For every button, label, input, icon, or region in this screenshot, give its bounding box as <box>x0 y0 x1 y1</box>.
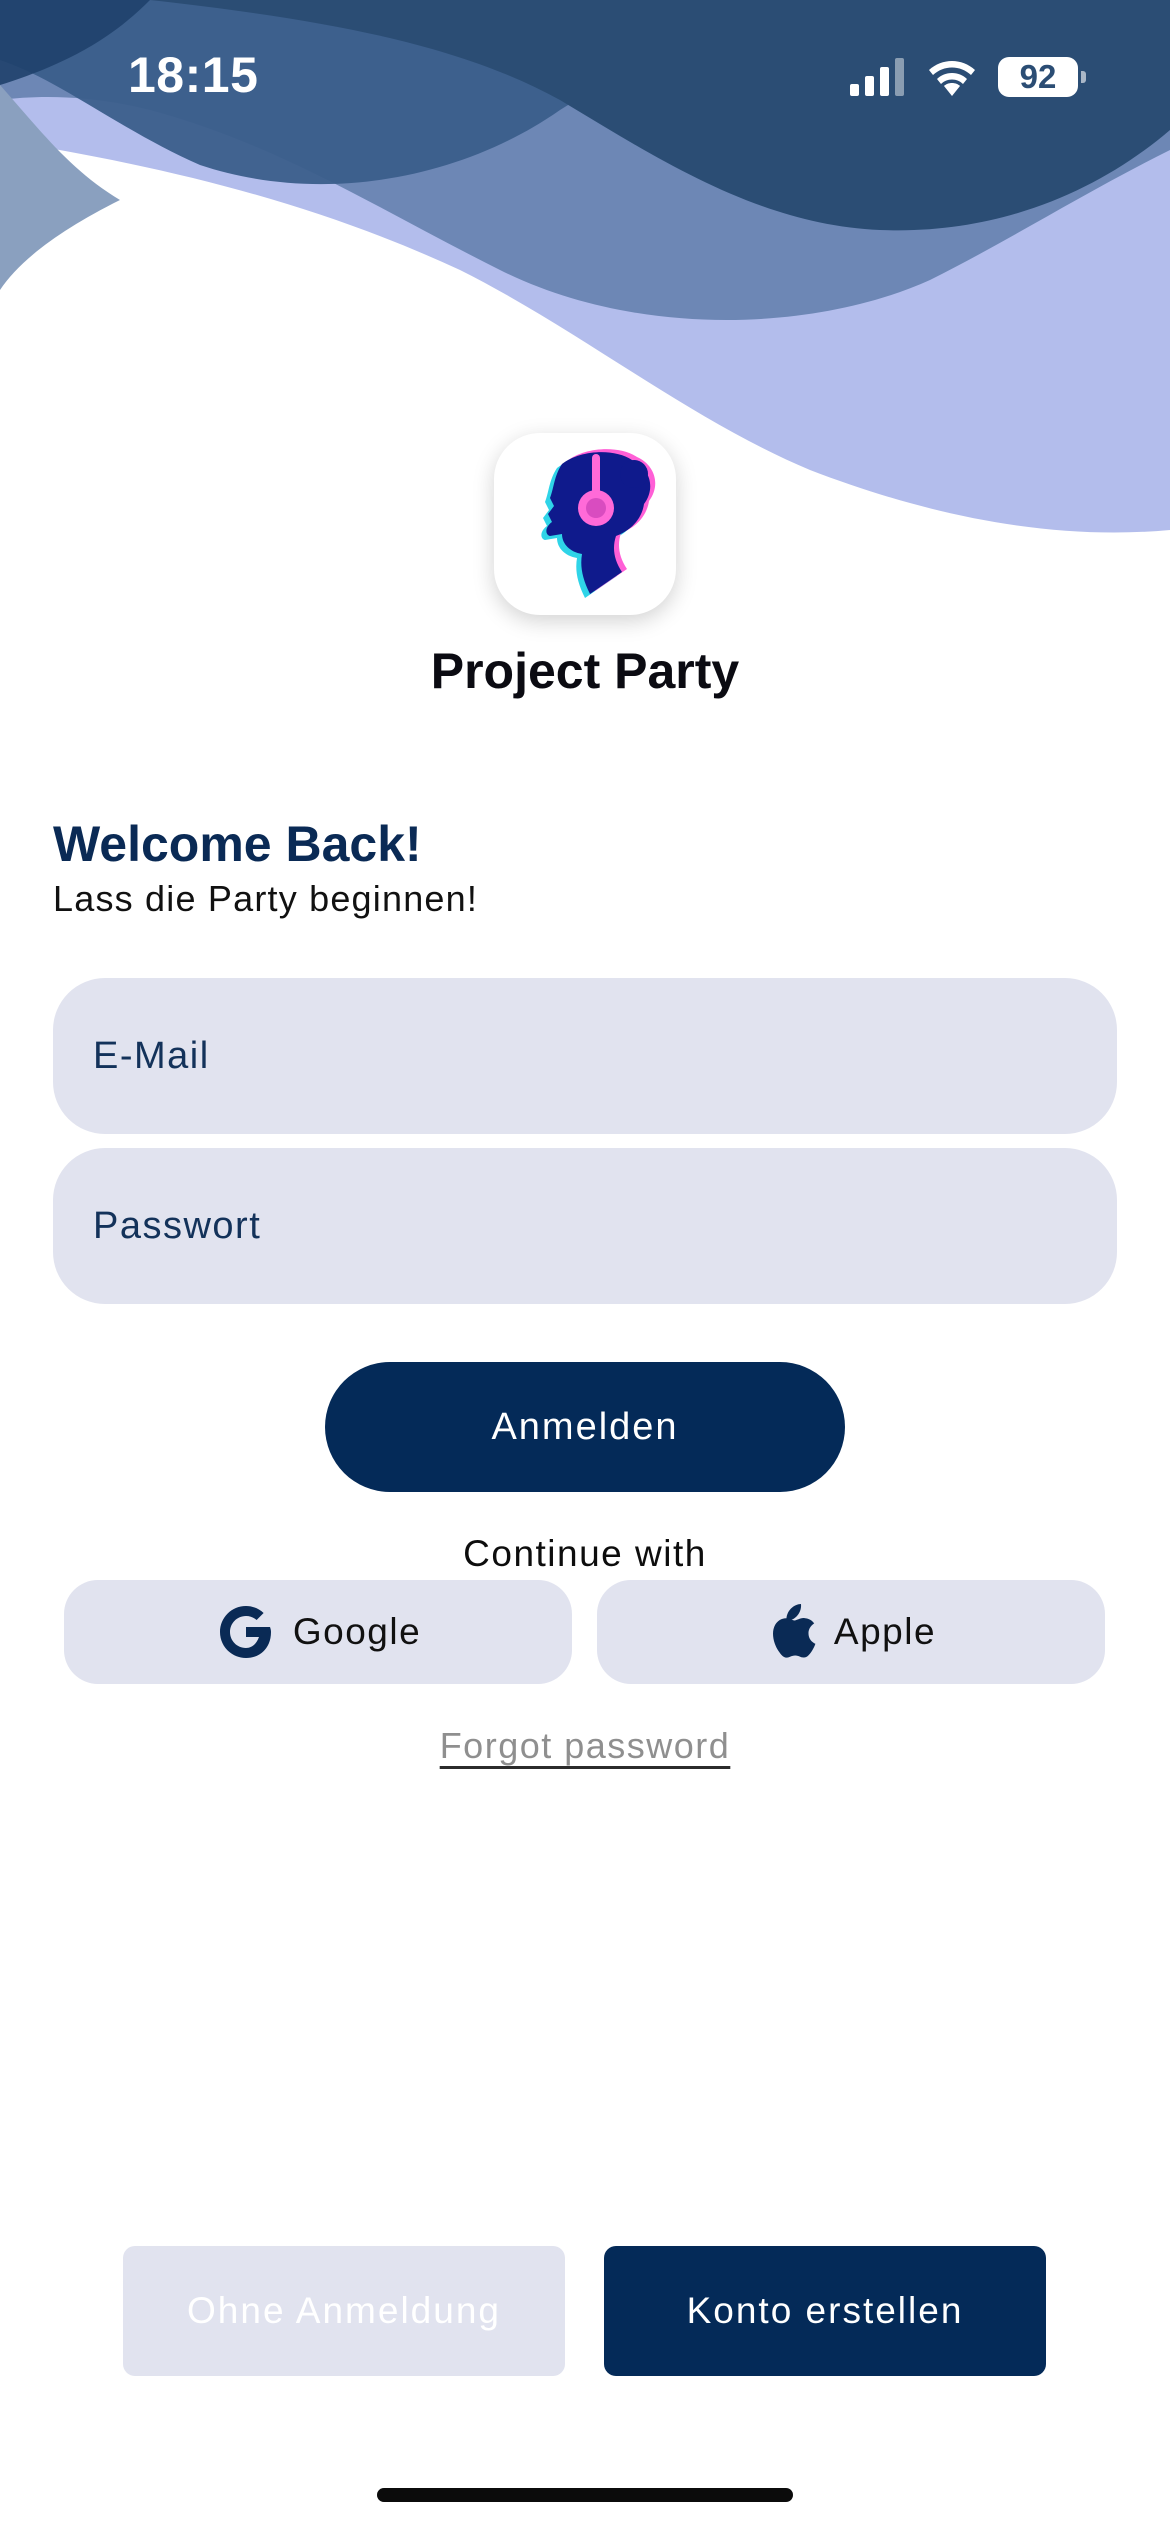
headphones-silhouette-logo <box>541 449 656 598</box>
google-icon <box>215 1601 277 1663</box>
status-time: 18:15 <box>128 47 259 103</box>
create-account-button[interactable]: Konto erstellen <box>604 2246 1046 2376</box>
continue-without-login-button[interactable]: Ohne Anmeldung <box>123 2246 565 2376</box>
continue-with-label: Continue with <box>463 1533 707 1574</box>
google-label: Google <box>292 1611 422 1652</box>
battery-icon: 92 <box>998 57 1086 97</box>
status-icons: 92 <box>850 52 1086 102</box>
app-logo <box>494 433 676 615</box>
forgot-password-link[interactable]: Forgot password <box>440 1725 731 1766</box>
welcome-subtitle: Lass die Party beginnen! <box>53 878 479 919</box>
email-field[interactable] <box>53 978 1117 1134</box>
welcome-title: Welcome Back! <box>53 816 422 872</box>
password-field[interactable] <box>53 1148 1117 1304</box>
wifi-icon <box>929 61 975 96</box>
battery-level: 92 <box>1019 58 1057 95</box>
home-indicator[interactable] <box>377 2488 793 2502</box>
google-sign-in-button[interactable]: Google <box>64 1580 572 1684</box>
forgot-password-row: Forgot password <box>0 1725 1170 1767</box>
login-screen: 18:15 92 Project Party Welcome Back! Las… <box>0 0 1170 2532</box>
password-input[interactable] <box>93 1204 1117 1248</box>
apple-icon <box>766 1602 818 1662</box>
apple-sign-in-button[interactable]: Apple <box>597 1580 1105 1684</box>
app-name: Project Party <box>430 643 740 699</box>
login-button[interactable]: Anmelden <box>325 1362 845 1492</box>
apple-label: Apple <box>833 1611 937 1652</box>
signal-icon <box>850 58 904 96</box>
email-input[interactable] <box>93 1034 1117 1078</box>
battery-cap <box>1081 71 1086 83</box>
